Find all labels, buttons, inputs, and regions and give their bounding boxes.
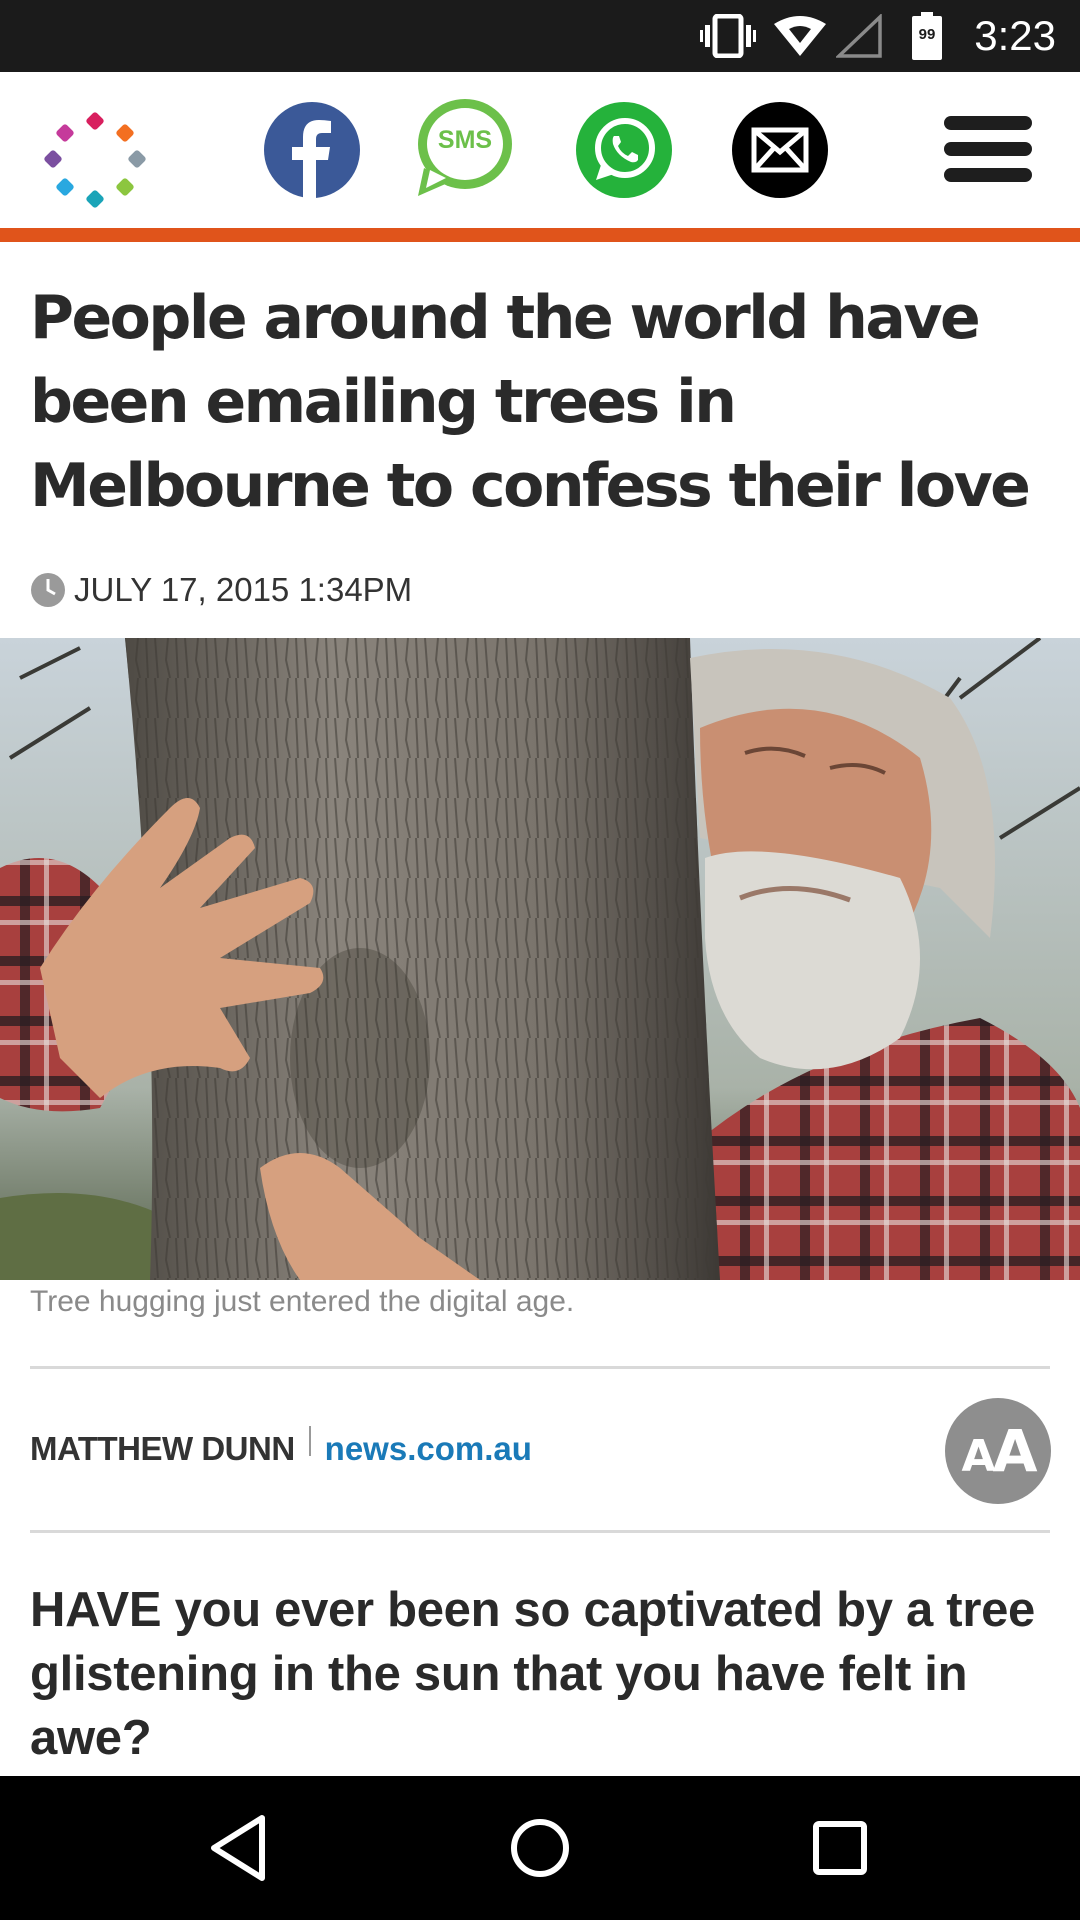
image-caption: Tree hugging just entered the digital ag… bbox=[30, 1285, 575, 1318]
back-icon[interactable] bbox=[200, 1808, 280, 1888]
recents-icon[interactable] bbox=[800, 1808, 880, 1888]
article-dateline: JULY 17, 2015 1:34PM bbox=[30, 568, 412, 612]
menu-button[interactable] bbox=[940, 112, 1032, 188]
site-logo[interactable] bbox=[40, 102, 150, 212]
status-time: 3:23 bbox=[974, 12, 1056, 59]
byline-separator bbox=[308, 1426, 311, 1456]
whatsapp-icon bbox=[595, 118, 655, 180]
status-bar: 99 3:23 bbox=[0, 0, 1080, 72]
battery-level: 99 bbox=[918, 26, 936, 43]
email-icon bbox=[751, 127, 809, 173]
header-accent-line bbox=[0, 228, 1080, 242]
divider bbox=[30, 1530, 1050, 1533]
text-size-button[interactable]: AA bbox=[945, 1398, 1051, 1504]
source-link[interactable]: news.com.au bbox=[325, 1430, 532, 1468]
tree-hug-photo bbox=[0, 638, 1080, 1280]
sms-label: SMS bbox=[437, 126, 493, 154]
hamburger-icon-bar bbox=[944, 168, 1032, 182]
article-date: JULY 17, 2015 1:34PM bbox=[74, 571, 413, 608]
battery-icon: 99 bbox=[912, 12, 942, 60]
system-navigation-bar bbox=[0, 1776, 1080, 1920]
article-byline: MATTHEW DUNN news.com.au bbox=[30, 1424, 532, 1474]
cell-signal-icon bbox=[836, 14, 882, 58]
wifi-icon bbox=[774, 16, 826, 56]
hamburger-icon-bar bbox=[944, 142, 1032, 156]
facebook-icon bbox=[292, 120, 331, 198]
divider bbox=[30, 1366, 1050, 1369]
email-share-button[interactable] bbox=[732, 102, 828, 198]
top-navigation: SMS bbox=[0, 72, 1080, 228]
hamburger-icon-bar bbox=[944, 116, 1032, 130]
text-size-small-a: A bbox=[961, 1431, 996, 1482]
facebook-share-button[interactable] bbox=[264, 102, 360, 198]
article-headline: People around the world have been emaili… bbox=[30, 283, 1031, 521]
clock-icon bbox=[31, 573, 65, 607]
text-size-large-a: A bbox=[992, 1417, 1038, 1485]
article-intro: HAVE you ever been so captivated by a tr… bbox=[30, 1583, 1035, 1765]
author-name[interactable]: MATTHEW DUNN bbox=[30, 1430, 295, 1468]
vibrate-icon bbox=[700, 14, 756, 58]
sms-share-button[interactable]: SMS bbox=[416, 98, 514, 198]
home-icon[interactable] bbox=[500, 1808, 580, 1888]
article-hero-image[interactable] bbox=[0, 638, 1080, 1280]
whatsapp-share-button[interactable] bbox=[576, 102, 672, 198]
